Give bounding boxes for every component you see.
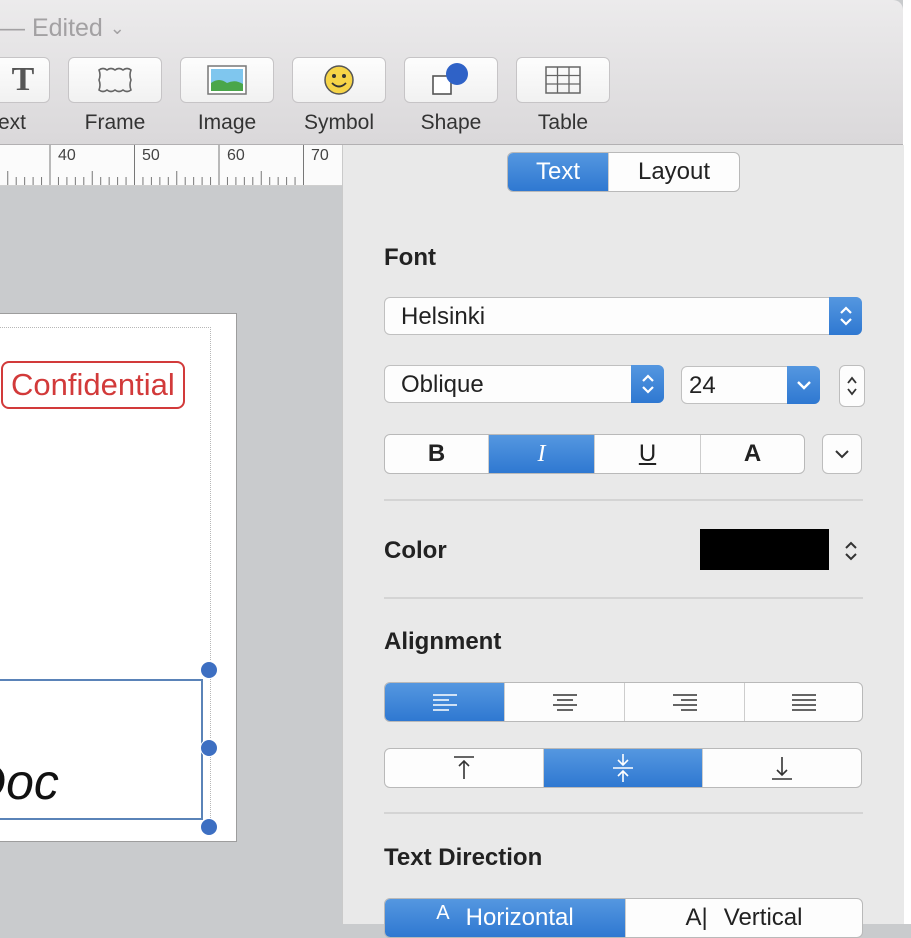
frame-button-frame[interactable]: [68, 57, 162, 103]
text-direction-buttons: A Horizontal A| Vertical: [384, 898, 863, 938]
toolbar: — Edited ⌄ T ext Frame Image Symbol Shap…: [0, 0, 903, 145]
table-icon: [545, 66, 581, 94]
inspector-panel: Text Layout Font Helsinki Oblique 24 B I…: [342, 145, 904, 938]
toolbar-shape-label: Shape: [420, 111, 482, 134]
resize-handle-top-right[interactable]: [200, 661, 218, 679]
toolbar-text-button[interactable]: T ext: [0, 57, 50, 135]
align-justify-button[interactable]: [745, 683, 862, 721]
ruler-label-60: 60: [227, 147, 245, 164]
updown-arrows-icon: [829, 297, 862, 335]
color-popup-arrows-icon[interactable]: [843, 537, 859, 570]
shape-button-frame[interactable]: [404, 57, 498, 103]
align-top-icon: [454, 756, 474, 779]
align-right-button[interactable]: [625, 683, 745, 721]
more-styles-button[interactable]: [822, 434, 862, 474]
tab-text[interactable]: Text: [508, 153, 609, 191]
align-middle-button[interactable]: [544, 749, 703, 787]
chevron-down-icon[interactable]: [787, 366, 820, 404]
bold-button[interactable]: B: [385, 435, 489, 473]
image-icon: [207, 65, 247, 95]
toolbar-symbol-label: Symbol: [303, 111, 375, 134]
toolbar-text-label: ext: [0, 111, 26, 134]
horizontal-direction-button[interactable]: A Horizontal: [385, 899, 626, 937]
typeface-popup[interactable]: Oblique: [384, 365, 664, 403]
toolbar-image-button[interactable]: Image: [180, 57, 274, 135]
section-divider: [384, 812, 863, 814]
typeface-value: Oblique: [401, 371, 484, 398]
ruler-label-50: 50: [142, 147, 160, 164]
align-center-icon: [552, 694, 577, 711]
align-justify-icon: [791, 694, 816, 711]
symbol-button-frame[interactable]: [292, 57, 386, 103]
vertical-direction-label: Vertical: [723, 904, 803, 931]
font-size-stepper[interactable]: [839, 365, 865, 407]
ruler-ticks: [7, 145, 304, 185]
text-effects-button[interactable]: A: [701, 435, 804, 473]
vertical-alignment-buttons: [384, 748, 862, 788]
frame-icon: [98, 67, 132, 93]
toolbar-image-label: Image: [197, 111, 257, 134]
align-left-icon: [432, 694, 457, 711]
italic-button[interactable]: I: [489, 435, 595, 473]
toolbar-table-button[interactable]: Table: [516, 57, 610, 135]
horizontal-direction-label: Horizontal: [465, 904, 574, 931]
chevron-down-icon: ⌄: [109, 18, 125, 38]
ruler-label-70: 70: [311, 147, 329, 164]
underline-button[interactable]: U: [595, 435, 701, 473]
section-divider: [384, 499, 863, 501]
window-title[interactable]: — Edited ⌄: [0, 14, 125, 43]
align-top-button[interactable]: [385, 749, 544, 787]
chevron-down-icon: [835, 450, 849, 459]
align-middle-icon: [613, 754, 633, 782]
toolbar-table-label: Table: [537, 111, 589, 134]
toolbar-shape-button[interactable]: Shape: [404, 57, 498, 135]
text-color-swatch[interactable]: [700, 529, 829, 570]
align-bottom-button[interactable]: [703, 749, 861, 787]
resize-handle-right[interactable]: [200, 739, 218, 757]
font-size-value: 24: [689, 372, 716, 399]
font-family-popup[interactable]: Helsinki: [384, 297, 862, 335]
color-heading: Color: [384, 537, 447, 564]
shape-icon: [432, 63, 468, 95]
text-button-frame[interactable]: T: [0, 57, 50, 103]
inspector-tabs: Text Layout: [507, 152, 740, 192]
resize-handle-bottom-right[interactable]: [200, 818, 218, 836]
vertical-direction-button[interactable]: A| Vertical: [626, 899, 862, 937]
window-edge: [903, 0, 911, 924]
align-right-icon: [672, 694, 697, 711]
selected-text-box[interactable]: [0, 679, 203, 820]
text-direction-heading: Text Direction: [384, 844, 543, 871]
image-button-frame[interactable]: [180, 57, 274, 103]
confidential-stamp[interactable]: Confidential: [1, 361, 185, 409]
section-divider: [384, 597, 863, 599]
horizontal-alignment-buttons: [384, 682, 863, 722]
font-size-combo[interactable]: 24: [681, 366, 820, 404]
stepper-arrows-icon: [847, 376, 857, 396]
font-style-buttons: B I U A: [384, 434, 805, 474]
window-title-text: — Edited: [0, 14, 103, 42]
toolbar-symbol-button[interactable]: Symbol: [292, 57, 386, 135]
font-heading: Font: [384, 244, 436, 271]
align-bottom-icon: [772, 757, 792, 780]
toolbar-frame-button[interactable]: Frame: [68, 57, 162, 135]
updown-arrows-icon: [631, 365, 664, 403]
ruler-label-40: 40: [58, 147, 76, 164]
horizontal-text-icon: A: [436, 901, 450, 924]
symbol-icon: [324, 65, 354, 95]
horizontal-ruler: 40 50 60 70: [0, 145, 342, 186]
text-icon: T: [11, 61, 35, 98]
vertical-text-icon: A|: [685, 904, 708, 931]
alignment-heading: Alignment: [384, 628, 502, 655]
toolbar-frame-label: Frame: [84, 111, 146, 134]
align-left-button[interactable]: [385, 683, 505, 721]
font-family-value: Helsinki: [401, 303, 486, 330]
align-center-button[interactable]: [505, 683, 625, 721]
table-button-frame[interactable]: [516, 57, 610, 103]
tab-layout[interactable]: Layout: [609, 153, 739, 191]
